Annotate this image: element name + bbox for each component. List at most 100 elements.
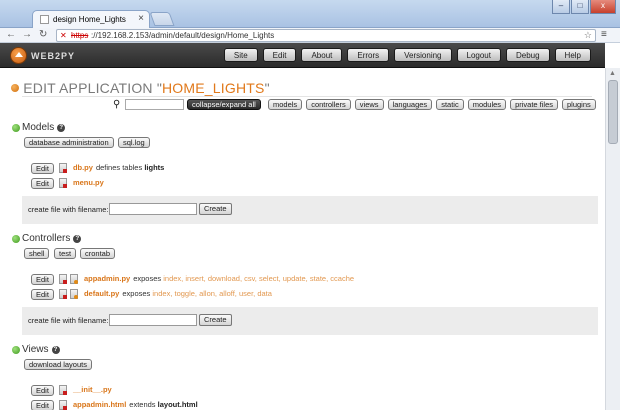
- help-icon[interactable]: ?: [57, 123, 66, 132]
- database-administration-button[interactable]: database administration: [24, 137, 114, 148]
- nav-versioning-button[interactable]: Versioning: [394, 48, 452, 62]
- maximize-button[interactable]: □: [571, 0, 589, 14]
- url-bar[interactable]: ✕ https ://192.168.2.153/admin/default/d…: [56, 29, 596, 42]
- nav-errors-button[interactable]: Errors: [347, 48, 390, 62]
- help-icon[interactable]: ?: [73, 234, 82, 243]
- tab-private-files[interactable]: private files: [510, 99, 558, 110]
- vertical-scrollbar[interactable]: ▲: [605, 68, 620, 410]
- collapse-expand-button[interactable]: collapse/expand all: [187, 99, 261, 110]
- tab-modules[interactable]: modules: [467, 99, 507, 110]
- edit-button[interactable]: Edit: [31, 177, 54, 189]
- title-divider: [22, 96, 592, 97]
- tab-views[interactable]: views: [354, 99, 384, 110]
- test-file-icon[interactable]: [69, 274, 78, 285]
- file-name-link[interactable]: menu.py: [73, 178, 104, 187]
- url-text: ://192.168.2.153/admin/default/design/Ho…: [91, 31, 275, 40]
- nav-debug-button[interactable]: Debug: [505, 48, 550, 62]
- tab-static[interactable]: static: [436, 99, 464, 110]
- create-file-label: create file with filename:: [28, 205, 109, 214]
- nav-buttons: Site Edit About Errors Versioning Logout…: [219, 48, 591, 62]
- green-bullet-icon: [12, 234, 20, 243]
- search-input[interactable]: [125, 99, 184, 110]
- tab-controllers[interactable]: controllers: [306, 99, 351, 110]
- views-heading[interactable]: Views?: [12, 344, 60, 355]
- crontab-button[interactable]: crontab: [80, 248, 116, 259]
- scroll-up-arrow-icon[interactable]: ▲: [609, 70, 616, 77]
- close-window-button[interactable]: x: [590, 0, 616, 14]
- delete-file-icon[interactable]: [58, 400, 67, 410]
- back-arrow-icon[interactable]: ←: [6, 29, 16, 41]
- edit-button[interactable]: Edit: [31, 273, 54, 285]
- minimize-button[interactable]: –: [552, 0, 570, 14]
- test-file-icon[interactable]: [69, 289, 78, 300]
- download-layouts-button[interactable]: download layouts: [24, 359, 92, 370]
- app-navbar: WEB2PY Site Edit About Errors Versioning…: [0, 43, 605, 68]
- address-toolbar: ← → ↻ ✕ https ://192.168.2.153/admin/def…: [0, 28, 620, 43]
- file-name-link[interactable]: __init__.py: [73, 385, 112, 394]
- orange-bullet-icon: [11, 84, 19, 92]
- new-tab-button[interactable]: [149, 12, 175, 26]
- delete-file-icon[interactable]: [58, 178, 67, 189]
- file-name-link[interactable]: db.py: [73, 163, 93, 172]
- edit-button[interactable]: Edit: [31, 399, 54, 410]
- controllers-heading[interactable]: Controllers?: [12, 233, 82, 244]
- file-name-link[interactable]: appadmin.html: [73, 400, 126, 409]
- delete-file-icon[interactable]: [58, 274, 67, 285]
- scroll-thumb[interactable]: [608, 80, 618, 144]
- search-icon: ⚲: [113, 99, 121, 110]
- tab-languages[interactable]: languages: [387, 99, 433, 110]
- test-button[interactable]: test: [54, 248, 77, 259]
- browser-tab[interactable]: design Home_Lights ×: [32, 10, 150, 28]
- sql-log-button[interactable]: sql.log: [118, 137, 150, 148]
- app-name: HOME_LIGHTS: [162, 80, 265, 96]
- file-row: Edit default.py exposes index, toggle, all…: [31, 288, 272, 300]
- file-name-link[interactable]: appadmin.py: [84, 274, 130, 283]
- forward-arrow-icon[interactable]: →: [22, 29, 32, 41]
- page-title: EDIT APPLICATION "HOME_LIGHTS": [23, 80, 270, 96]
- nav-help-button[interactable]: Help: [554, 48, 591, 62]
- create-file-label: create file with filename:: [28, 316, 109, 325]
- nav-edit-button[interactable]: Edit: [262, 48, 297, 62]
- create-filename-input[interactable]: [109, 314, 197, 326]
- insecure-lock-icon: ✕: [60, 31, 67, 40]
- models-heading[interactable]: Models?: [12, 122, 66, 133]
- nav-site-button[interactable]: Site: [223, 48, 258, 62]
- shell-button[interactable]: shell: [24, 248, 50, 259]
- help-icon[interactable]: ?: [51, 345, 60, 354]
- home-logo-icon[interactable]: [10, 47, 27, 64]
- create-filename-input[interactable]: [109, 203, 197, 215]
- tab-models[interactable]: models: [268, 99, 303, 110]
- reload-icon[interactable]: ↻: [39, 29, 47, 41]
- edit-button[interactable]: Edit: [31, 384, 54, 396]
- edit-button[interactable]: Edit: [31, 288, 54, 300]
- delete-file-icon[interactable]: [58, 385, 67, 396]
- url-protocol: https: [71, 31, 89, 40]
- nav-logout-button[interactable]: Logout: [456, 48, 501, 62]
- window-titlebar: design Home_Lights × – □ x: [0, 0, 620, 28]
- page-content: EDIT APPLICATION "HOME_LIGHTS" ⚲ collaps…: [0, 68, 605, 410]
- tab-title: design Home_Lights: [53, 15, 126, 24]
- create-controller-panel: create file with filename: Create: [22, 307, 598, 335]
- create-button[interactable]: Create: [199, 203, 232, 215]
- create-model-panel: create file with filename: Create: [22, 196, 598, 224]
- page-title-row: EDIT APPLICATION "HOME_LIGHTS": [11, 80, 270, 96]
- tab-plugins[interactable]: plugins: [562, 99, 596, 110]
- green-bullet-icon: [12, 123, 20, 132]
- tab-close-icon[interactable]: ×: [138, 13, 144, 24]
- file-row: Edit db.py defines tables lights: [31, 162, 164, 174]
- bookmark-star-icon[interactable]: ☆: [584, 30, 592, 41]
- file-name-link[interactable]: default.py: [84, 289, 119, 298]
- browser-menu-icon[interactable]: ≡: [601, 29, 607, 41]
- file-row: Edit __init__.py: [31, 384, 112, 396]
- file-row: Edit appadmin.py exposes index, insert, do…: [31, 273, 354, 285]
- nav-about-button[interactable]: About: [301, 48, 343, 62]
- exposed-functions[interactable]: index, insert, download, csv, select, up…: [163, 274, 354, 283]
- delete-file-icon[interactable]: [58, 163, 67, 174]
- brand-name: WEB2PY: [31, 51, 76, 61]
- section-tabs: models controllers views languages stati…: [268, 99, 600, 110]
- exposed-functions[interactable]: index, toggle, allon, alloff, user, data: [152, 289, 272, 298]
- create-button[interactable]: Create: [199, 314, 232, 326]
- file-row: Edit menu.py: [31, 177, 104, 189]
- delete-file-icon[interactable]: [58, 289, 67, 300]
- edit-button[interactable]: Edit: [31, 162, 54, 174]
